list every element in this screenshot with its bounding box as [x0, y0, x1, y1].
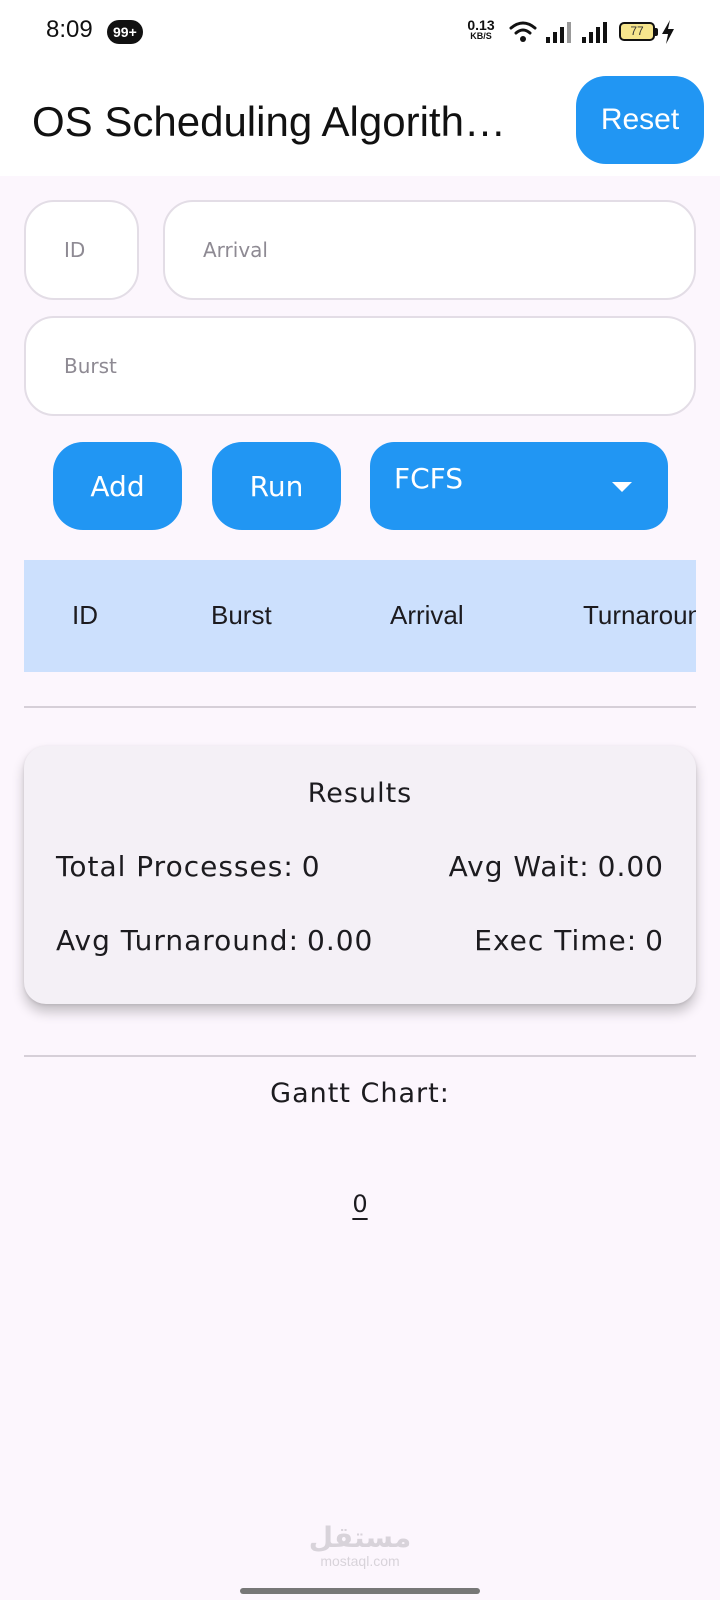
app-bar: OS Scheduling Algorithm Simulator Reset — [0, 64, 720, 176]
process-table[interactable]: ID Burst Arrival Turnaround — [24, 560, 696, 672]
status-bar: 8:09 99+ 0.13 KB/S 77 — [0, 0, 720, 64]
results-card: Results Total Processes: 0 Avg Wait: 0.00 … — [24, 746, 696, 1004]
algorithm-dropdown[interactable]: FCFS — [370, 442, 668, 530]
mostaql-watermark: مستقل mostaql.com — [300, 1521, 420, 1569]
dropdown-arrow-icon — [612, 482, 632, 492]
id-input[interactable] — [26, 202, 137, 298]
total-processes-stat: Total Processes: 0 — [56, 850, 321, 883]
total-processes-label: Total Processes: — [56, 850, 294, 883]
table-header-burst: Burst — [211, 600, 272, 630]
gantt-chart-title: Gantt Chart: — [270, 1078, 450, 1109]
divider — [24, 1055, 696, 1057]
arrival-input[interactable] — [165, 202, 694, 298]
watermark-latin-text: mostaql.com — [320, 1553, 400, 1569]
page-title: OS Scheduling Algorithm Simulator — [32, 98, 532, 145]
id-field-container — [24, 200, 139, 300]
avg-wait-value: 0.00 — [597, 850, 664, 883]
notification-count-badge: 99+ — [107, 20, 143, 44]
run-button[interactable]: Run — [212, 442, 341, 530]
burst-field-container — [24, 316, 696, 416]
algorithm-selected-value: FCFS — [394, 462, 464, 495]
avg-wait-label: Avg Wait: — [448, 850, 590, 883]
total-processes-value: 0 — [301, 850, 321, 883]
signal-icon — [544, 20, 572, 48]
gantt-time-tick: 0 — [352, 1190, 368, 1218]
avg-wait-stat: Avg Wait: 0.00 — [449, 850, 664, 883]
table-header-turnaround: Turnaround — [583, 600, 696, 630]
table-header-id: ID — [72, 600, 98, 630]
wifi-icon — [509, 20, 537, 48]
exec-time-value: 0 — [645, 924, 664, 957]
avg-turnaround-value: 0.00 — [307, 924, 374, 957]
status-time: 8:09 — [46, 16, 93, 43]
charging-bolt-icon — [660, 19, 676, 49]
add-button[interactable]: Add — [53, 442, 182, 530]
results-title: Results — [307, 778, 413, 809]
exec-time-stat: Exec Time: 0 — [474, 924, 664, 957]
exec-time-label: Exec Time: — [474, 924, 638, 957]
signal-icon — [580, 20, 608, 48]
home-indicator[interactable] — [240, 1588, 480, 1594]
avg-turnaround-label: Avg Turnaround: — [56, 924, 300, 957]
watermark-arabic-text: مستقل — [308, 1521, 412, 1554]
reset-button[interactable]: Reset — [576, 76, 704, 164]
arrival-field-container — [163, 200, 696, 300]
network-speed: 0.13 KB/S — [465, 18, 497, 42]
divider — [24, 706, 696, 708]
burst-input[interactable] — [26, 318, 694, 414]
battery-icon: 77 — [619, 22, 658, 41]
avg-turnaround-stat: Avg Turnaround: 0.00 — [56, 924, 373, 957]
table-header-arrival: Arrival — [390, 600, 464, 630]
